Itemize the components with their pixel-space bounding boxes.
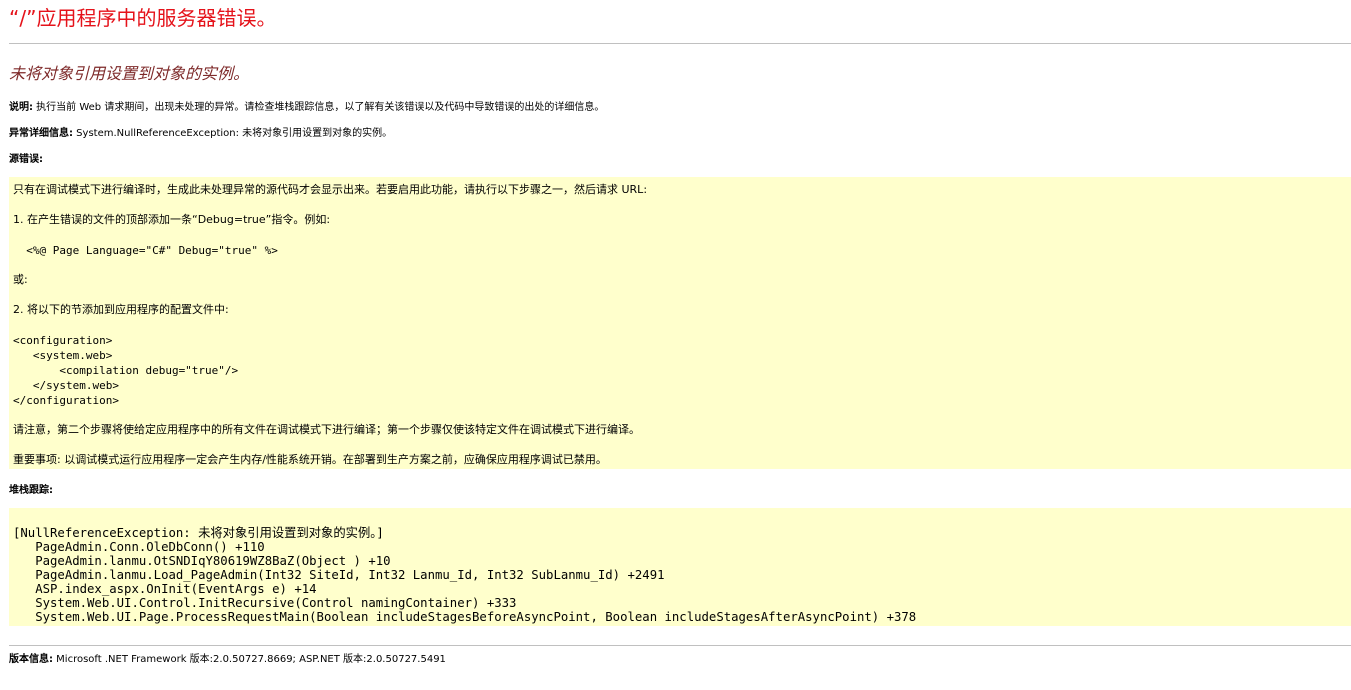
page-title: “/”应用程序中的服务器错误。 xyxy=(9,6,277,30)
stack-trace-label: 堆栈跟踪: xyxy=(9,485,53,496)
footer-divider xyxy=(9,645,1351,646)
version-info-label: 版本信息: xyxy=(9,654,53,665)
stack-trace-line: System.Web.UI.Control.InitRecursive(Cont… xyxy=(13,596,517,610)
config-line: </system.web> xyxy=(13,379,119,392)
version-info-row: 版本信息: Microsoft .NET Framework 版本:2.0.50… xyxy=(9,653,446,667)
exception-details-row: 异常详细信息: System.NullReferenceException: 未… xyxy=(9,127,392,141)
stack-trace-heading: 堆栈跟踪: xyxy=(9,484,53,498)
source-error-important: 重要事项: 以调试模式运行应用程序一定会产生内存/性能系统开销。在部署到生产方案… xyxy=(13,453,607,466)
source-error-note: 请注意，第二个步骤将使给定应用程序中的所有文件在调试模式下进行编译；第一个步骤仅… xyxy=(13,423,640,436)
source-error-step2: 2. 将以下的节添加到应用程序的配置文件中: xyxy=(13,303,229,316)
stack-trace-line: PageAdmin.lanmu.OtSNDIqY80619WZ8BaZ(Obje… xyxy=(13,554,391,568)
source-error-label: 源错误: xyxy=(9,154,43,165)
exception-details-label: 异常详细信息: xyxy=(9,128,73,139)
config-line: <configuration> xyxy=(13,334,113,347)
stack-trace-line: ASP.index_aspx.OnInit(EventArgs e) +14 xyxy=(13,582,317,596)
error-message: 未将对象引用设置到对象的实例。 xyxy=(9,64,250,83)
source-error-panel: 只有在调试模式下进行编译时，生成此未处理异常的源代码才会显示出来。若要启用此功能… xyxy=(9,177,1351,469)
exception-details-text: System.NullReferenceException: 未将对象引用设置到… xyxy=(73,128,393,139)
stack-trace-panel: [NullReferenceException: 未将对象引用设置到对象的实例。… xyxy=(9,508,1351,626)
stack-trace-line: [NullReferenceException: 未将对象引用设置到对象的实例。… xyxy=(13,526,384,540)
description-row: 说明: 执行当前 Web 请求期间，出现未处理的异常。请检查堆栈跟踪信息，以了解… xyxy=(9,101,604,115)
config-line: <compilation debug="true"/> xyxy=(13,364,239,377)
description-label: 说明: xyxy=(9,102,33,113)
description-text: 执行当前 Web 请求期间，出现未处理的异常。请检查堆栈跟踪信息，以了解有关该错… xyxy=(33,102,605,113)
source-error-intro: 只有在调试模式下进行编译时，生成此未处理异常的源代码才会显示出来。若要启用此功能… xyxy=(13,183,648,196)
source-error-step1: 1. 在产生错误的文件的顶部添加一条“Debug=true”指令。例如: xyxy=(13,213,331,226)
stack-trace-line: System.Web.UI.Page.ProcessRequestMain(Bo… xyxy=(13,610,917,624)
source-error-or: 或: xyxy=(13,273,28,286)
version-info-text: Microsoft .NET Framework 版本:2.0.50727.86… xyxy=(53,654,446,665)
stack-trace-line: PageAdmin.Conn.OleDbConn() +110 xyxy=(13,540,265,554)
config-line: <system.web> xyxy=(13,349,113,362)
source-error-step1-code: <%@ Page Language="C#" Debug="true" %> xyxy=(13,244,278,257)
source-error-heading: 源错误: xyxy=(9,153,43,167)
title-divider xyxy=(9,43,1351,44)
stack-trace-line: PageAdmin.lanmu.Load_PageAdmin(Int32 Sit… xyxy=(13,568,665,582)
config-line: </configuration> xyxy=(13,394,119,407)
